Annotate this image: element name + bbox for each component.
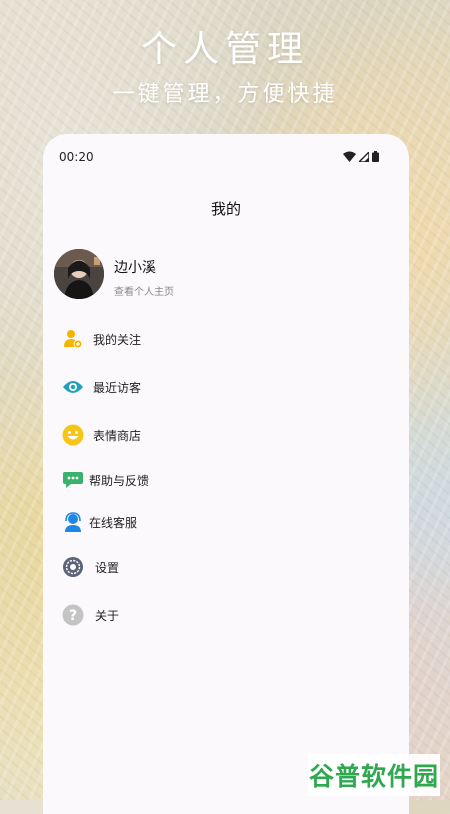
status-icons	[343, 151, 379, 162]
menu-item-settings[interactable]: 设置	[61, 554, 119, 580]
watermark-logo: 谷普软件园	[308, 754, 440, 796]
user-name[interactable]: 边小溪	[114, 257, 156, 277]
svg-text:?: ?	[69, 608, 77, 624]
smiley-icon	[61, 423, 85, 447]
question-icon: ?	[61, 603, 85, 627]
wifi-icon	[343, 151, 356, 162]
signal-icon	[359, 151, 369, 162]
menu-item-about[interactable]: ? 关于	[61, 602, 119, 628]
view-profile-link[interactable]: 查看个人主页	[114, 283, 174, 298]
menu-item-customer-service[interactable]: 在线客服	[61, 509, 137, 535]
eye-icon	[61, 375, 85, 399]
page-title: 我的	[210, 200, 241, 218]
status-bar: 00:20	[59, 148, 379, 168]
hero-subtitle: 一键管理，方便快捷	[112, 82, 338, 107]
status-time: 00:20	[59, 150, 94, 164]
menu-label: 关于	[95, 608, 120, 623]
avatar[interactable]	[54, 249, 104, 299]
phone-screen: 00:20 我的 边小溪 查看个人主页 我的关注 最近访客 表情商店 帮助与反馈…	[43, 134, 409, 814]
menu-label: 表情商店	[93, 428, 142, 443]
menu-label: 在线客服	[89, 515, 138, 530]
person-follow-icon	[61, 327, 85, 351]
menu-label: 我的关注	[93, 332, 142, 347]
customer-service-icon	[61, 510, 85, 534]
menu-item-emoji-store[interactable]: 表情商店	[61, 422, 141, 448]
menu-label: 设置	[95, 560, 120, 575]
battery-icon	[372, 151, 379, 162]
menu-item-visitors[interactable]: 最近访客	[61, 374, 141, 400]
menu-label: 帮助与反馈	[89, 473, 150, 488]
menu-label: 最近访客	[93, 380, 142, 395]
menu-item-following[interactable]: 我的关注	[61, 326, 141, 352]
chat-icon	[61, 468, 85, 492]
hero-title: 个人管理	[140, 29, 309, 70]
menu-item-help-feedback[interactable]: 帮助与反馈	[61, 467, 149, 493]
gear-icon	[61, 555, 85, 579]
